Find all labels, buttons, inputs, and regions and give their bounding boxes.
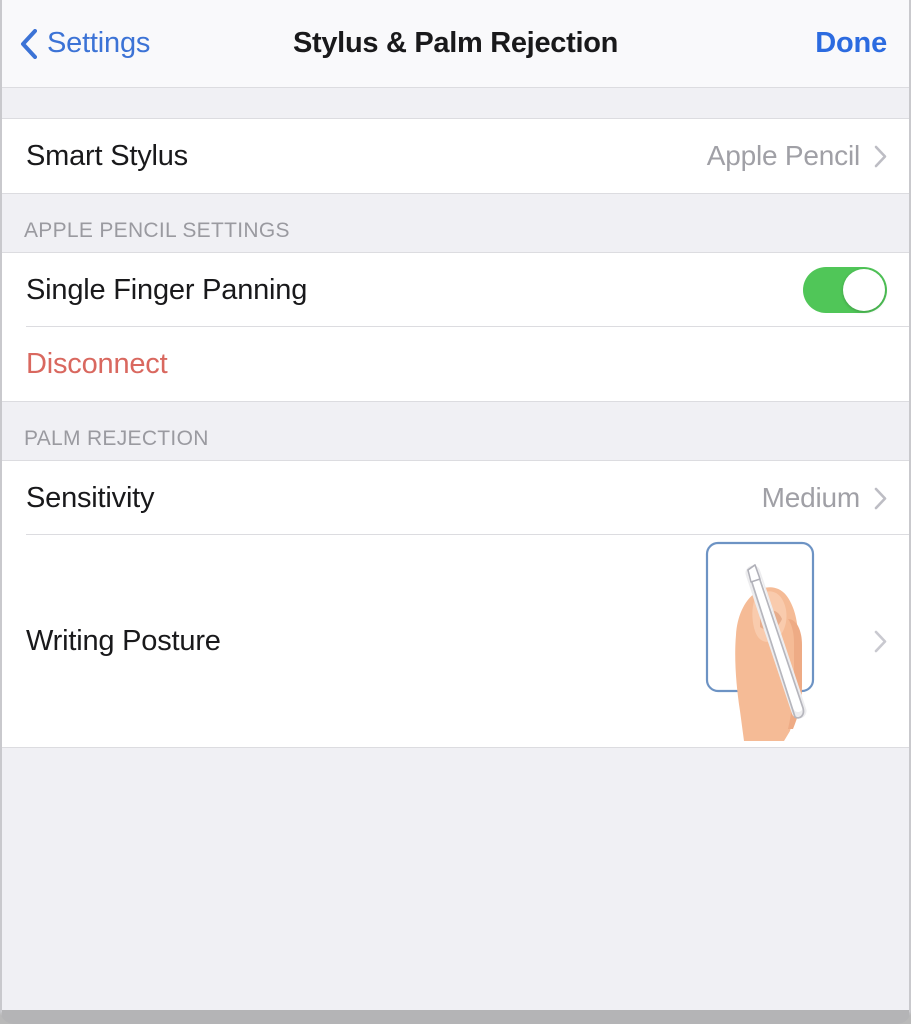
hand-holding-stylus-on-tablet-icon <box>698 535 848 747</box>
section-apple-pencil-settings: Single Finger Panning Disconnect <box>2 253 909 402</box>
section-header-palm-rejection: PALM REJECTION <box>2 402 909 461</box>
row-label-writing-posture: Writing Posture <box>26 625 698 658</box>
section-smart-stylus: Smart Stylus Apple Pencil <box>2 119 909 194</box>
empty-area <box>2 748 909 1006</box>
chevron-right-icon <box>874 145 887 168</box>
chevron-right-icon <box>874 487 887 510</box>
row-label-single-finger-panning: Single Finger Panning <box>26 274 803 307</box>
done-button[interactable]: Done <box>815 0 887 87</box>
section-header-apple-pencil-settings: APPLE PENCIL SETTINGS <box>2 194 909 253</box>
settings-screen: Settings Stylus & Palm Rejection Done Sm… <box>0 0 911 1024</box>
row-label-sensitivity: Sensitivity <box>26 482 762 515</box>
page-title: Stylus & Palm Rejection <box>2 0 909 87</box>
section-palm-rejection: Sensitivity Medium Writing Posture <box>2 461 909 748</box>
row-sensitivity[interactable]: Sensitivity Medium <box>2 461 909 535</box>
row-writing-posture[interactable]: Writing Posture <box>2 535 909 747</box>
chevron-right-icon <box>874 630 887 653</box>
navigation-bar: Settings Stylus & Palm Rejection Done <box>2 0 909 88</box>
row-single-finger-panning[interactable]: Single Finger Panning <box>2 253 909 327</box>
top-spacer <box>2 88 909 119</box>
single-finger-panning-toggle[interactable] <box>803 267 887 313</box>
disconnect-button-label: Disconnect <box>26 348 887 381</box>
row-smart-stylus[interactable]: Smart Stylus Apple Pencil <box>2 119 909 193</box>
row-label-smart-stylus: Smart Stylus <box>26 140 707 173</box>
row-disconnect[interactable]: Disconnect <box>2 327 909 401</box>
toggle-knob <box>843 269 885 311</box>
row-value-sensitivity: Medium <box>762 482 860 514</box>
row-value-smart-stylus: Apple Pencil <box>707 140 860 172</box>
